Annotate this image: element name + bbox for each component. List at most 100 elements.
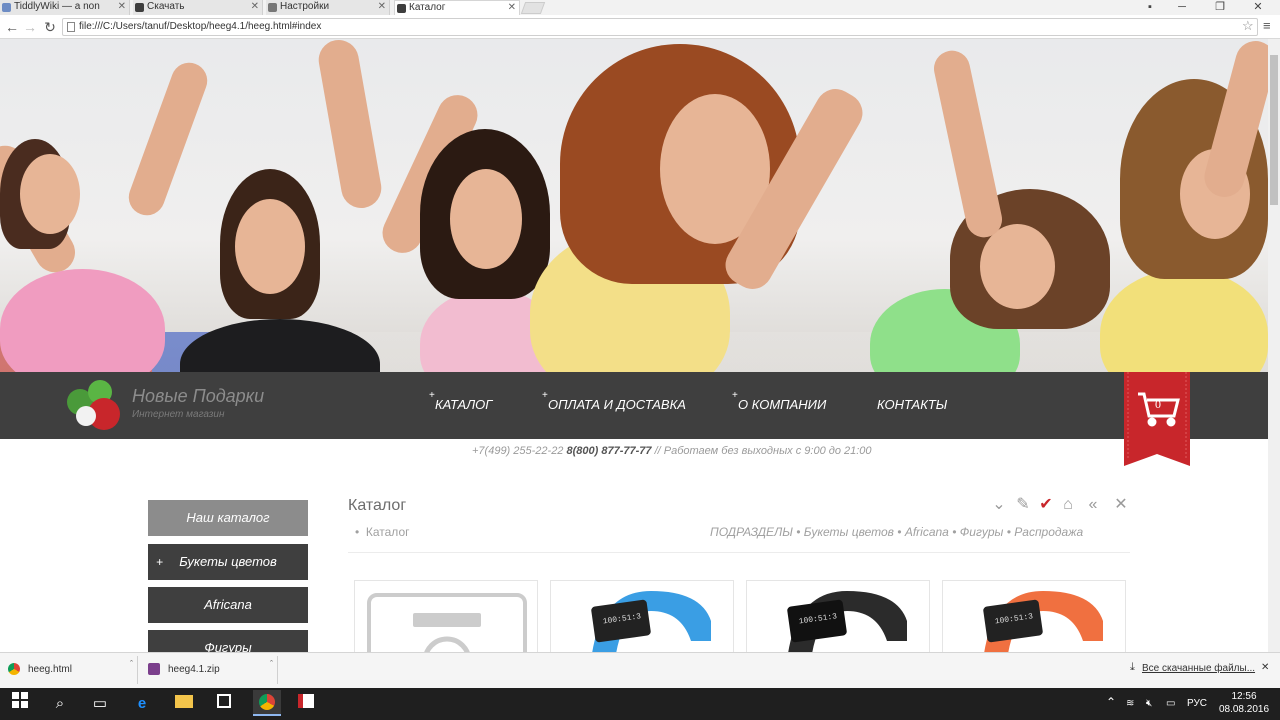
sidebar-item-label: Букеты цветов [179,554,277,569]
logo-subtitle: Интернет магазин [132,409,225,420]
tab-label: TiddlyWiki — a non [14,1,100,12]
tab-catalog[interactable]: Каталог ✕ [394,0,520,15]
plus-icon[interactable]: + [156,544,163,580]
menu-icon[interactable]: ≡ [1263,18,1271,33]
page-icon [67,22,75,32]
search-icon[interactable]: ⌕ [48,692,72,716]
zip-icon [148,663,160,675]
tab-label: Настройки [280,1,330,12]
url-text: file:///C:/Users/tanuf/Desktop/heeg4.1/h… [79,21,322,32]
edge-icon[interactable]: e [130,692,154,716]
chrome-taskbar-icon[interactable] [253,690,281,716]
sidebar-item-africana[interactable]: Africana [148,587,308,623]
menu-item-catalog[interactable]: КАТАЛОГ [435,397,492,412]
logo-icon[interactable] [66,378,124,434]
download-filename: heeg.html [28,664,72,675]
window-close-icon[interactable]: ✕ [1244,0,1272,15]
close-icon[interactable]: ✕ [118,0,126,14]
minimize-icon[interactable]: ─ [1168,0,1196,15]
close-icon[interactable]: ✕ [1261,662,1269,673]
product-card[interactable]: 100:51:3 [942,580,1126,660]
volume-muted-icon[interactable]: 🔇︎ [1146,698,1152,709]
tab-download[interactable]: Скачать ✕ [133,0,263,15]
star-icon[interactable]: ☆ [1242,18,1254,34]
file-explorer-icon[interactable] [172,692,196,716]
clock-date: 08.08.2016 [1218,704,1270,715]
subsection-link[interactable]: Букеты цветов [804,525,894,539]
sidebar-item-bouquets[interactable]: + Букеты цветов [148,544,308,580]
back-arrow-icon[interactable]: ← [4,18,20,36]
subsections-label: ПОДРАЗДЕЛЫ [710,525,793,539]
menu-item-about[interactable]: О КОМПАНИИ [738,397,826,412]
home-icon[interactable]: ⌂ [1059,496,1077,514]
tab-tiddlywiki[interactable]: TiddlyWiki — a non ✕ [0,0,130,15]
breadcrumb-item[interactable]: Каталог [366,525,410,539]
caret-up-icon[interactable]: ˆ [130,650,133,678]
phone-1[interactable]: +7(499) 255-22-22 [472,445,563,457]
restore-icon[interactable]: ❐ [1206,0,1234,15]
close-icon[interactable]: ✕ [1112,496,1130,514]
camera-placeholder-icon [367,593,527,659]
plus-icon: + [429,390,435,401]
product-card[interactable]: 100:51:3 [550,580,734,660]
tab-settings[interactable]: Настройки ✕ [266,0,390,15]
clock-time: 12:56 [1231,691,1257,702]
download-item[interactable]: heeg4.1.zip ˆ [140,656,278,684]
language-indicator[interactable]: РУС [1187,698,1207,709]
cart-button[interactable] [1124,372,1190,466]
clock[interactable]: 12:56 08.08.2016 [1218,690,1270,716]
logo-title[interactable]: Новые Подарки [132,386,264,407]
sidebar-item-label: Фигуры [204,640,252,652]
download-icon: ⤓ [1130,661,1135,673]
fitness-band-image: 100:51:3 [983,591,1103,659]
product-card[interactable] [354,580,538,660]
contact-phones: +7(499) 255-22-22 8(800) 877-77-77 // Ра… [472,445,872,457]
task-view-icon[interactable]: ▭ [88,692,112,716]
download-item[interactable]: heeg.html ˆ [0,656,138,684]
scrollbar-thumb[interactable] [1270,55,1278,205]
hero-banner-image [0,39,1268,372]
caret-up-icon[interactable]: ˆ [270,650,273,678]
new-tab-button[interactable] [520,2,546,14]
product-card[interactable]: 100:51:3 [746,580,930,660]
app-icon[interactable] [294,692,318,716]
reload-icon[interactable]: ↻ [42,18,58,36]
chrome-icon [8,663,20,675]
windows-start-icon[interactable] [8,692,32,716]
subsection-link[interactable]: Распродажа [1014,525,1083,539]
fitness-band-image: 100:51:3 [591,591,711,659]
wifi-icon[interactable]: ≋ [1126,698,1134,709]
breadcrumb: • Каталог [355,525,410,539]
check-circle-icon[interactable]: ✔ [1037,496,1055,514]
close-icon[interactable]: ✕ [251,0,259,14]
page-title: Каталог [348,497,407,514]
work-hours: // Работаем без выходных с 9:00 до 21:00 [654,445,872,457]
sidebar-item-figures[interactable]: Фигуры [148,630,308,652]
close-icon[interactable]: ✕ [378,0,386,14]
tab-label: Скачать [147,1,185,12]
tiddlywiki-icon [2,3,11,12]
menu-item-contacts[interactable]: КОНТАКТЫ [877,397,947,412]
chevron-down-icon[interactable]: ⌄ [990,496,1008,514]
action-center-icon[interactable]: ▭ [1166,698,1175,709]
show-all-downloads-link[interactable]: Все скачанные файлы... [1142,663,1255,674]
forward-arrow-icon[interactable]: → [22,18,38,36]
edit-icon[interactable]: ✎ [1014,496,1032,514]
double-chevron-left-icon[interactable]: « [1084,496,1102,514]
menu-item-payment-delivery[interactable]: ОПЛАТА И ДОСТАВКА [548,397,686,412]
phone-2[interactable]: 8(800) 877-77-77 [567,445,652,457]
url-field[interactable]: file:///C:/Users/tanuf/Desktop/heeg4.1/h… [62,18,1258,36]
browser-tab-strip: TiddlyWiki — a non ✕ Скачать ✕ Настройки… [0,0,1280,15]
chevron-up-icon[interactable]: ⌃ [1106,695,1116,709]
sidebar-item-our-catalog[interactable]: Наш каталог [148,500,308,536]
close-icon[interactable]: ✕ [508,1,516,15]
user-icon[interactable]: ▪ [1136,0,1164,15]
tab-label: Каталог [409,2,446,13]
cart-count: 0 [1155,397,1161,411]
subsection-link[interactable]: Africana [905,525,949,539]
subsection-link[interactable]: Фигуры [960,525,1004,539]
divider [348,552,1130,553]
download-filename: heeg4.1.zip [168,664,220,675]
store-icon[interactable] [212,692,236,716]
bullet-icon: • [355,525,360,539]
